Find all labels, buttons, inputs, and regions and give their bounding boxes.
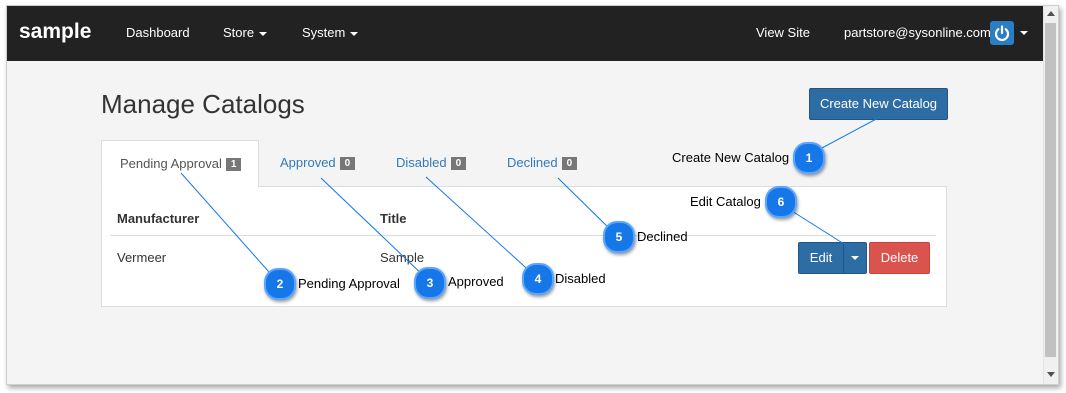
callout-leader-lines [180, 116, 881, 282]
callout-text-6: Edit Catalog [690, 194, 761, 209]
scroll-down-arrow-icon[interactable] [1047, 372, 1055, 377]
scrollbar-thumb[interactable] [1045, 23, 1056, 357]
callout-text-3: Approved [448, 274, 504, 289]
callout-badge-3: 3 [414, 267, 446, 299]
callout-badge-5: 5 [603, 221, 635, 253]
callout-badge-6: 6 [765, 186, 797, 218]
callout-text-1: Create New Catalog [672, 150, 790, 165]
callout-badge-1: 1 [793, 142, 825, 174]
callout-text-5: Declined [637, 229, 688, 244]
browser-window: sample Dashboard Store System View Site … [6, 5, 1059, 385]
callout-text-2: Pending Approval [298, 276, 400, 291]
callout-text-4: Disabled [555, 271, 606, 286]
callout-badge-4: 4 [522, 263, 554, 295]
scroll-up-arrow-icon[interactable] [1047, 11, 1055, 16]
callout-badge-2: 2 [264, 268, 296, 300]
